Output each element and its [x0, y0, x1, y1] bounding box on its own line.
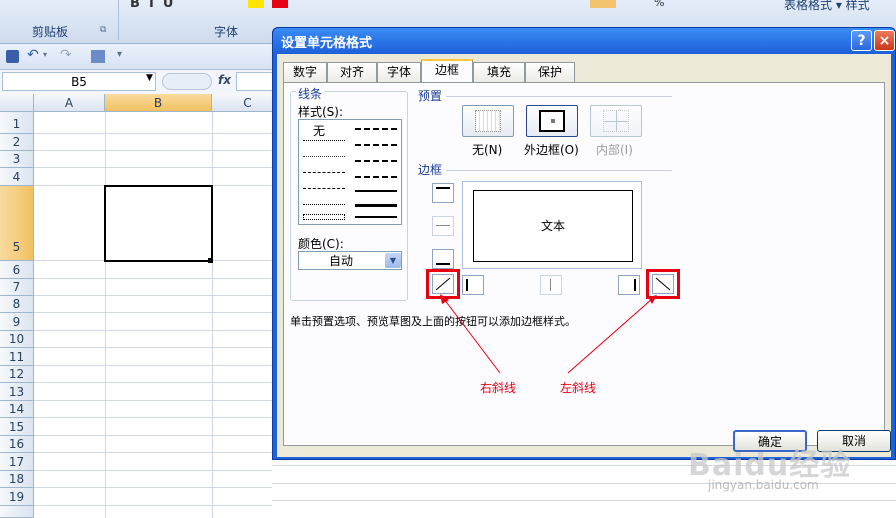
selected-cell-b5[interactable] — [104, 185, 213, 262]
left-diagonal-annotation: 左斜线 — [560, 381, 597, 395]
formula-bar: B5 ▼ fx — [0, 70, 280, 94]
chevron-down-icon[interactable]: ▾ — [43, 50, 47, 59]
fill-handle[interactable] — [208, 258, 213, 263]
grid-line — [34, 133, 284, 134]
clipboard-tools[interactable] — [28, 2, 118, 14]
quick-access-toolbar: ↶ ▾ ↷ ▾ — [0, 44, 280, 70]
grid-line — [34, 330, 284, 331]
grid-line — [105, 112, 106, 518]
grid-line — [34, 400, 284, 401]
row-header[interactable]: 11 — [0, 348, 34, 366]
grid-line — [212, 112, 213, 518]
arrowhead — [648, 295, 657, 304]
row-header[interactable]: 5 — [0, 186, 34, 261]
name-box[interactable]: B5 — [2, 72, 156, 91]
tab-font[interactable]: 字体 — [377, 62, 421, 82]
dialog-launcher-icon[interactable]: ⧉ — [100, 25, 106, 35]
row-header[interactable]: 10 — [0, 331, 34, 348]
insert-function-icon[interactable]: fx — [218, 73, 231, 87]
formula-splitter[interactable] — [162, 73, 212, 90]
currency-icon[interactable] — [590, 0, 616, 8]
row-header[interactable]: 17 — [0, 453, 34, 471]
grid-line — [34, 382, 284, 383]
row-header[interactable]: 18 — [0, 471, 34, 488]
fill-color-icon[interactable] — [248, 0, 264, 8]
border-tab-panel: 线条 样式(S): 无 颜色(C): 自动 ▼ 预置 无(N) 外边框(O) 内… — [283, 82, 885, 446]
grid-line — [34, 487, 284, 488]
row-header[interactable]: 7 — [0, 279, 34, 296]
watermark-url: jingyan.baidu.com — [708, 478, 819, 492]
grid-line — [34, 365, 284, 366]
row-header[interactable]: 9 — [0, 313, 34, 331]
row-header[interactable]: 3 — [0, 151, 34, 168]
save-icon[interactable] — [6, 50, 19, 63]
form-icon[interactable] — [91, 50, 105, 63]
arrowhead — [440, 294, 449, 304]
grid-line — [34, 435, 284, 436]
grid-line — [272, 500, 896, 501]
select-all-corner[interactable] — [0, 94, 34, 112]
row-header[interactable]: 4 — [0, 168, 34, 186]
tab-number[interactable]: 数字 — [283, 62, 327, 82]
column-header-b[interactable]: B — [105, 94, 212, 112]
row-header[interactable]: 6 — [0, 261, 34, 279]
group-divider — [118, 0, 119, 40]
grid-line — [34, 295, 284, 296]
font-color-icon[interactable] — [272, 0, 288, 8]
row-header[interactable]: 12 — [0, 366, 34, 383]
percent-icon[interactable]: % — [654, 0, 664, 9]
grid-line — [34, 167, 284, 168]
tab-border[interactable]: 边框 — [421, 59, 473, 82]
row-header[interactable]: 14 — [0, 401, 34, 418]
dialog-title: 设置单元格格式 — [281, 36, 373, 51]
grid-line — [34, 505, 284, 506]
name-box-dropdown-icon[interactable]: ▼ — [146, 73, 153, 83]
grid-line — [34, 417, 284, 418]
close-button[interactable]: × — [874, 30, 895, 51]
font-group-label: 字体 — [214, 25, 239, 39]
tab-fill[interactable]: 填充 — [473, 62, 525, 82]
redo-icon[interactable]: ↷ — [60, 47, 72, 63]
row-header[interactable]: 15 — [0, 418, 34, 436]
tab-protection[interactable]: 保护 — [525, 62, 575, 82]
grid-line — [34, 312, 284, 313]
row-header[interactable]: 2 — [0, 134, 34, 151]
undo-icon[interactable]: ↶ — [27, 47, 39, 63]
row-header[interactable]: 8 — [0, 296, 34, 313]
grid-line — [34, 278, 284, 279]
right-diagonal-annotation: 右斜线 — [480, 381, 517, 395]
font-style-buttons[interactable]: B I U — [130, 0, 173, 11]
grid-line — [34, 150, 284, 151]
row-header[interactable]: 19 — [0, 488, 34, 506]
row-header[interactable] — [0, 506, 34, 518]
dialog-body: 数字 对齐 字体 边框 填充 保护 线条 样式(S): 无 颜色(C): 自动 … — [277, 54, 891, 457]
help-button[interactable]: ? — [851, 30, 872, 51]
column-header-a[interactable]: A — [34, 94, 105, 112]
row-header[interactable]: 1 — [0, 112, 34, 134]
grid-line — [34, 452, 284, 453]
right-diagonal-arrow — [443, 298, 501, 374]
styles-items[interactable]: 表格格式 ▾ 样式 — [784, 0, 870, 13]
grid-line — [34, 347, 284, 348]
grid-line — [34, 470, 284, 471]
format-cells-dialog: 设置单元格格式 ? × 数字 对齐 字体 边框 填充 保护 线条 样式(S): … — [272, 27, 896, 460]
clipboard-group-label: 剪贴板 — [32, 25, 69, 39]
left-diagonal-arrow — [567, 298, 653, 374]
row-header[interactable]: 16 — [0, 436, 34, 453]
customize-qat-icon[interactable]: ▾ — [117, 49, 122, 60]
tab-alignment[interactable]: 对齐 — [327, 62, 377, 82]
row-header[interactable]: 13 — [0, 383, 34, 401]
dialog-titlebar[interactable]: 设置单元格格式 ? × — [273, 28, 895, 54]
